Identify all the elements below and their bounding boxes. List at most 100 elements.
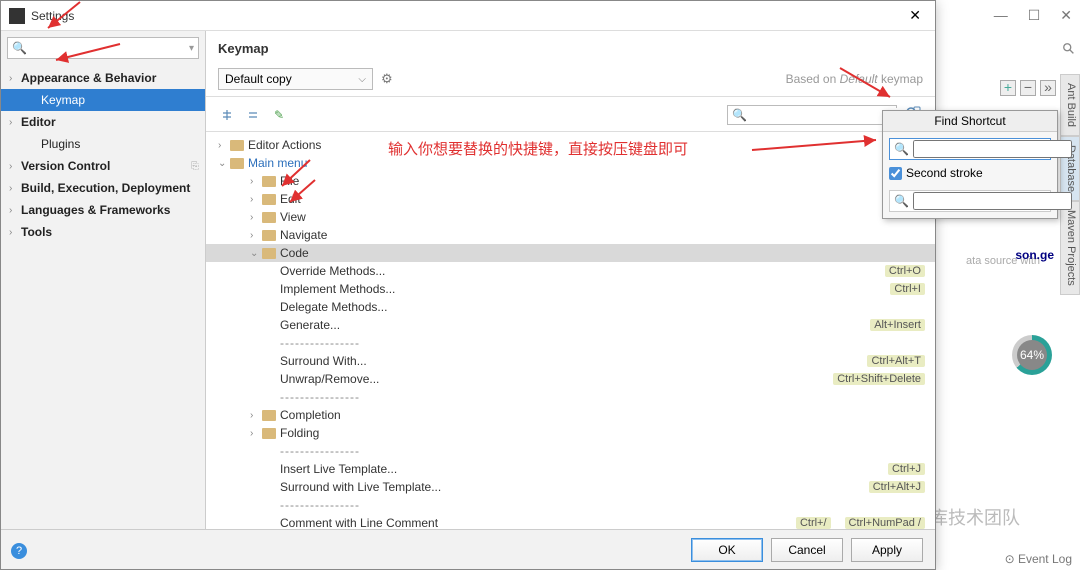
tree-label: Generate... [280, 318, 340, 332]
shortcut-badge: Ctrl+I [890, 283, 925, 295]
event-log-link[interactable]: ⊙ Event Log [1005, 552, 1072, 566]
sidebar-item-build-execution-deployment[interactable]: ›Build, Execution, Deployment [1, 177, 205, 199]
tree-folder[interactable]: › View [206, 208, 935, 226]
second-stroke-field[interactable] [913, 192, 1072, 210]
sidebar-item-keymap[interactable]: Keymap [1, 89, 205, 111]
expand-arrow-icon: › [9, 73, 21, 84]
page-title: Keymap [218, 41, 923, 56]
help-icon[interactable]: ? [11, 543, 27, 559]
action-search[interactable]: 🔍 ▾ [727, 105, 897, 125]
collapse-all-icon[interactable] [244, 106, 262, 124]
edit-icon[interactable]: ✎ [270, 106, 288, 124]
app-icon [9, 8, 25, 24]
expand-arrow-icon: › [9, 117, 21, 128]
tree-folder[interactable]: ›File [206, 172, 935, 190]
tree-label: ---------------- [280, 336, 360, 350]
chevron-right-icon: › [250, 212, 262, 223]
tree-folder[interactable]: ⌄Main menu [206, 154, 935, 172]
sidebar-item-plugins[interactable]: Plugins [1, 133, 205, 155]
search-everywhere-icon[interactable] [1062, 42, 1076, 56]
show-icon[interactable]: » [1040, 80, 1056, 96]
tree-label: Editor Actions [248, 138, 321, 152]
tree-action[interactable]: Override Methods...Ctrl+O [206, 262, 935, 280]
sidebar-item-appearance-behavior[interactable]: ›Appearance & Behavior [1, 67, 205, 89]
sidebar-item-languages-frameworks[interactable]: ›Languages & Frameworks [1, 199, 205, 221]
tab-ant[interactable]: Ant Build [1060, 74, 1080, 136]
tree-label: Comment with Line Comment [280, 516, 438, 529]
close-icon[interactable]: ✕ [1060, 7, 1072, 24]
apply-button[interactable]: Apply [851, 538, 923, 562]
maximize-icon[interactable]: ☐ [1028, 7, 1041, 24]
remove-icon[interactable]: − [1020, 80, 1036, 96]
second-stroke-check[interactable]: Second stroke [883, 166, 1057, 184]
tree-label: Surround with Live Template... [280, 480, 441, 494]
tree-label: Completion [280, 408, 341, 422]
chevron-right-icon: › [250, 230, 262, 241]
tree-action[interactable]: Delegate Methods... [206, 298, 935, 316]
sidebar-search[interactable]: 🔍 ▾ [7, 37, 199, 59]
chevron-down-icon[interactable]: ▾ [189, 43, 194, 54]
expand-all-icon[interactable] [218, 106, 236, 124]
tree-folder[interactable]: › Completion [206, 406, 935, 424]
tree-action[interactable]: Generate... Alt+Insert [206, 316, 935, 334]
sidebar-item-label: Version Control [21, 159, 110, 173]
chevron-right-icon: › [250, 428, 262, 439]
tree-action[interactable]: ---------------- [206, 388, 935, 406]
shortcut-badge: Ctrl+Shift+Delete [833, 373, 925, 385]
shortcut-badge: Ctrl+NumPad / [845, 517, 925, 529]
tree-label: Main menu [248, 156, 307, 170]
gear-icon[interactable]: ⚙ [381, 71, 393, 87]
dialog-buttons: OK Cancel Apply [1, 529, 935, 569]
progress-gauge: 64% [1012, 335, 1052, 375]
keymap-tree[interactable]: ›Editor Actions⌄Main menu›File›Edit›View… [206, 132, 935, 529]
tree-label: Edit [280, 192, 301, 206]
tab-maven[interactable]: Maven Projects [1060, 201, 1080, 295]
keymap-scheme-select[interactable]: Default copy ⌵ [218, 68, 373, 90]
chevron-right-icon: › [250, 194, 262, 205]
first-stroke-field[interactable] [913, 140, 1072, 158]
shortcut-badge: Ctrl+Alt+T [867, 355, 925, 367]
add-icon[interactable]: + [1000, 80, 1016, 96]
tree-label: ---------------- [280, 390, 360, 404]
cancel-button[interactable]: Cancel [771, 538, 843, 562]
sidebar-item-label: Editor [21, 115, 56, 129]
tree-action[interactable]: ---------------- [206, 442, 935, 460]
tree-action[interactable]: Surround with Live Template...Ctrl+Alt+J [206, 478, 935, 496]
tree-action[interactable]: Unwrap/Remove...Ctrl+Shift+Delete [206, 370, 935, 388]
first-stroke-input[interactable]: 🔍 [889, 138, 1051, 160]
sidebar-item-editor[interactable]: ›Editor [1, 111, 205, 133]
tree-action[interactable]: ---------------- [206, 334, 935, 352]
ide-window-controls: — ☐ ✕ [920, 0, 1080, 30]
tree-action[interactable]: Implement Methods...Ctrl+I [206, 280, 935, 298]
tree-label: Folding [280, 426, 319, 440]
tree-action[interactable]: ---------------- [206, 496, 935, 514]
sidebar-item-version-control[interactable]: ›Version Control⎘ [1, 155, 205, 177]
minimize-icon[interactable]: — [994, 7, 1008, 23]
tree-label: View [280, 210, 306, 224]
tree-folder[interactable]: › Folding [206, 424, 935, 442]
chevron-right-icon: › [250, 410, 262, 421]
tree-folder[interactable]: ⌄Code [206, 244, 935, 262]
tree-action[interactable]: Insert Live Template...Ctrl+J [206, 460, 935, 478]
tree-folder[interactable]: ›Navigate [206, 226, 935, 244]
settings-sidebar: 🔍 ▾ ›Appearance & BehaviorKeymap›EditorP… [1, 31, 206, 529]
tree-folder[interactable]: › Edit [206, 190, 935, 208]
close-button[interactable]: ✕ [903, 7, 927, 24]
sidebar-search-input[interactable] [31, 41, 189, 55]
settings-main: Keymap Default copy ⌵ ⚙ Based on Default… [206, 31, 935, 529]
ok-button[interactable]: OK [691, 538, 763, 562]
folder-icon [262, 176, 276, 187]
find-shortcut-popup: Find Shortcut 🔍 Second stroke 🔍 [882, 110, 1058, 219]
tree-action[interactable]: Comment with Line CommentCtrl+/Ctrl+NumP… [206, 514, 935, 529]
tree-label: ---------------- [280, 498, 360, 512]
sidebar-item-tools[interactable]: ›Tools [1, 221, 205, 243]
ide-toolwindow-buttons: + − » [1000, 80, 1056, 96]
settings-title: Settings [31, 9, 903, 23]
sidebar-item-label: Build, Execution, Deployment [21, 181, 190, 195]
shortcut-badge: Alt+Insert [870, 319, 925, 331]
second-stroke-input[interactable]: 🔍 [889, 190, 1051, 212]
tree-action[interactable]: Surround With...Ctrl+Alt+T [206, 352, 935, 370]
tree-folder[interactable]: ›Editor Actions [206, 136, 935, 154]
second-stroke-checkbox[interactable] [889, 167, 902, 180]
tree-label: Code [280, 246, 309, 260]
